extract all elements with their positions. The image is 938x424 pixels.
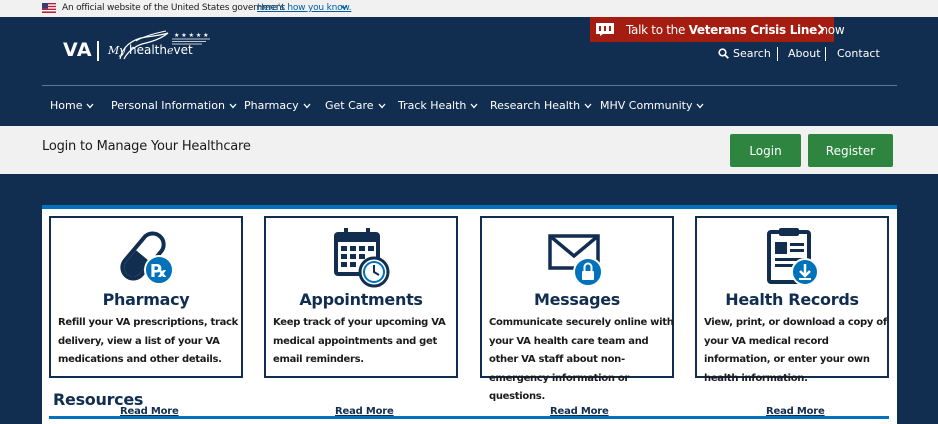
login-heading: Login to Manage Your Healthcare xyxy=(42,139,251,154)
chevron-down-icon[interactable] xyxy=(340,3,348,11)
nav-item-home[interactable]: Home xyxy=(50,99,94,112)
chevron-down-icon xyxy=(584,103,592,109)
card-description: Refill your VA prescriptions, track deli… xyxy=(58,317,239,365)
nav-item-label: Pharmacy xyxy=(244,99,299,112)
chevron-right-icon xyxy=(817,24,825,35)
gov-banner: An official website of the United States… xyxy=(0,0,938,17)
search-label: Search xyxy=(733,47,771,60)
register-button[interactable]: Register xyxy=(808,134,893,167)
utility-divider xyxy=(825,47,826,61)
about-link[interactable]: About xyxy=(788,47,821,61)
nav-item-personal-information[interactable]: Personal Information xyxy=(111,99,237,112)
card-description: View, print, or download a copy of your … xyxy=(704,317,887,384)
logo-divider xyxy=(97,41,99,61)
calendar-clock-icon xyxy=(266,226,456,288)
card-title: Pharmacy xyxy=(102,290,190,309)
chat-bubble-icon xyxy=(596,23,614,36)
search-icon xyxy=(718,48,729,59)
us-flag-icon xyxy=(42,3,56,13)
login-bar: Login to Manage Your Healthcare Login Re… xyxy=(0,126,938,174)
nav-item-label: Home xyxy=(50,99,83,112)
svg-text:℞: ℞ xyxy=(151,261,167,282)
nav-divider xyxy=(42,85,897,86)
nav-item-label: Get Care xyxy=(325,99,374,112)
nav-item-label: MHV Community xyxy=(600,99,693,112)
chevron-down-icon xyxy=(229,103,237,109)
va-logo-text[interactable]: VA xyxy=(63,39,92,61)
card-description: Keep track of your upcoming VA medical a… xyxy=(273,317,446,365)
pharmacy-read-more-link[interactable]: Read More xyxy=(120,406,179,417)
health-records-card[interactable]: Health Records View, print, or download … xyxy=(695,216,889,384)
appointments-card[interactable]: Appointments Keep track of your upcoming… xyxy=(264,216,458,378)
myhealthevet-logo[interactable]: ★ ★ ★ ★ ★ My healthevet xyxy=(106,29,216,71)
nav-item-label: Track Health xyxy=(398,99,467,112)
myhealthevet-wordmark: My healthevet xyxy=(108,43,193,57)
chevron-down-icon xyxy=(303,103,311,109)
card-title: Appointments xyxy=(299,290,423,309)
login-button[interactable]: Login xyxy=(730,134,801,167)
appointments-read-more-link[interactable]: Read More xyxy=(335,406,394,417)
chevron-down-icon xyxy=(86,103,94,109)
crisis-line-label: Talk to the Veterans Crisis Line now xyxy=(626,23,845,37)
envelope-lock-icon xyxy=(482,226,672,288)
nav-item-label: Research Health xyxy=(490,99,581,112)
nav-item-mhv-community[interactable]: MHV Community xyxy=(600,99,704,112)
veterans-crisis-line-button[interactable]: Talk to the Veterans Crisis Line now xyxy=(590,17,845,42)
card-title: Health Records xyxy=(725,290,859,309)
site-header: VA ★ ★ ★ ★ ★ My healthevet Talk to the V… xyxy=(0,17,938,126)
gov-banner-text: An official website of the United States… xyxy=(62,3,285,13)
card-description: Communicate securely online with your VA… xyxy=(489,317,674,402)
chevron-down-icon xyxy=(470,103,478,109)
svg-text:★ ★ ★ ★ ★: ★ ★ ★ ★ ★ xyxy=(174,32,209,39)
pharmacy-card[interactable]: ℞ Pharmacy Refill your VA prescriptions,… xyxy=(49,216,243,378)
health-records-read-more-link[interactable]: Read More xyxy=(766,406,825,417)
chevron-down-icon xyxy=(696,103,704,109)
messages-card[interactable]: Messages Communicate securely online wit… xyxy=(480,216,674,402)
chevron-down-icon xyxy=(378,103,386,109)
nav-item-label: Personal Information xyxy=(111,99,225,112)
heres-how-you-know-link[interactable]: Here’s how you know. xyxy=(257,3,352,13)
card-title: Messages xyxy=(533,290,621,309)
nav-item-track-health[interactable]: Track Health xyxy=(398,99,478,112)
medical-record-download-icon xyxy=(697,226,887,288)
pill-rx-icon: ℞ xyxy=(51,226,241,288)
nav-item-research-health[interactable]: Research Health xyxy=(490,99,592,112)
contact-link[interactable]: Contact xyxy=(837,47,880,61)
nav-item-get-care[interactable]: Get Care xyxy=(325,99,386,112)
utility-divider xyxy=(777,47,778,61)
nav-item-pharmacy[interactable]: Pharmacy xyxy=(244,99,311,112)
messages-read-more-link[interactable]: Read More xyxy=(550,406,609,417)
